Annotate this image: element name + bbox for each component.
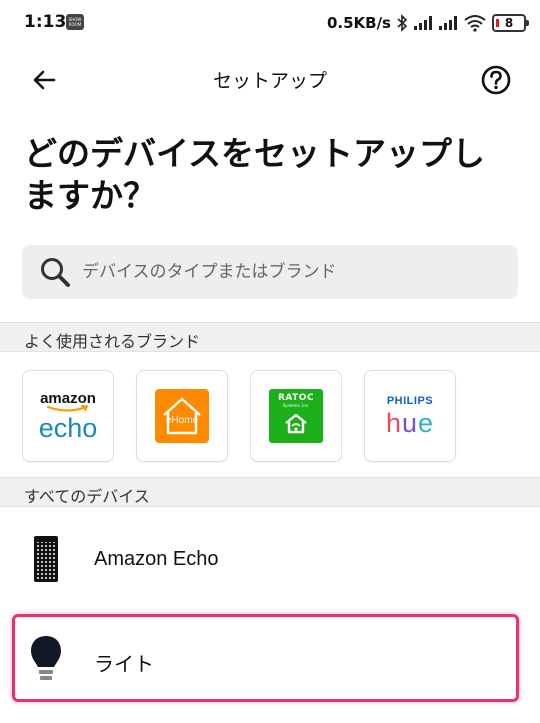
- network-speed: 0.5KB/s: [326, 14, 391, 32]
- signal-icon: [414, 16, 432, 30]
- app-header: セットアップ: [0, 50, 540, 106]
- ratoc-house-wifi-icon: [285, 413, 307, 434]
- device-item-amazon-echo[interactable]: Amazon Echo: [0, 516, 540, 600]
- status-bar: 1:13 SHOW ROOM 0.5KB/s 8: [0, 0, 540, 44]
- philips-hue-logo: PHILIPS hue: [385, 394, 435, 438]
- ehome-house-icon: eHome: [163, 397, 201, 435]
- signal-icon-2: [439, 16, 457, 30]
- search-input[interactable]: [82, 262, 502, 282]
- devices-section-title: すべてのデバイス: [24, 487, 150, 506]
- status-right-group: 0.5KB/s 8: [326, 12, 529, 34]
- search-bar[interactable]: [22, 245, 518, 299]
- header-title: セットアップ: [212, 70, 327, 92]
- svg-text:eHome: eHome: [166, 415, 199, 426]
- brands-section-title: よく使用されるブランド: [24, 332, 201, 351]
- page-title: どのデバイスをセットアップしますか？: [24, 134, 486, 215]
- ehome-logo: eHome: [155, 389, 209, 443]
- hue-wordmark: hue: [385, 407, 435, 438]
- brand-tile-ratoc[interactable]: RATOC Systems, Inc.: [250, 370, 342, 462]
- showroom-app-icon: SHOW ROOM: [66, 14, 84, 30]
- status-time: 1:13: [24, 12, 67, 32]
- amazon-echo-logo: amazon echo: [38, 389, 98, 443]
- devices-section-header: すべてのデバイス: [0, 477, 540, 507]
- bluetooth-icon: [397, 14, 408, 32]
- device-item-light[interactable]: ライト: [0, 616, 540, 700]
- brand-tile-ehome[interactable]: eHome: [136, 370, 228, 462]
- battery-level: 8: [504, 16, 514, 30]
- light-bulb-icon: [31, 636, 61, 680]
- search-icon: [41, 258, 70, 287]
- device-label-amazon-echo: Amazon Echo: [94, 548, 219, 570]
- brand-tile-philips-hue[interactable]: PHILIPS hue: [364, 370, 456, 462]
- brand-tile-amazon-echo[interactable]: amazon echo: [22, 370, 114, 462]
- echo-speaker-icon: [34, 536, 58, 582]
- battery-icon: 8: [492, 14, 529, 32]
- ratoc-logo: RATOC Systems, Inc.: [269, 389, 323, 443]
- brands-section-header: よく使用されるブランド: [0, 322, 540, 352]
- wifi-icon: [464, 15, 486, 32]
- device-label-light: ライト: [94, 654, 154, 676]
- brand-list: amazon echo eHome RATOC Systems, Inc. PH…: [22, 370, 456, 462]
- help-circle-icon[interactable]: [480, 64, 512, 96]
